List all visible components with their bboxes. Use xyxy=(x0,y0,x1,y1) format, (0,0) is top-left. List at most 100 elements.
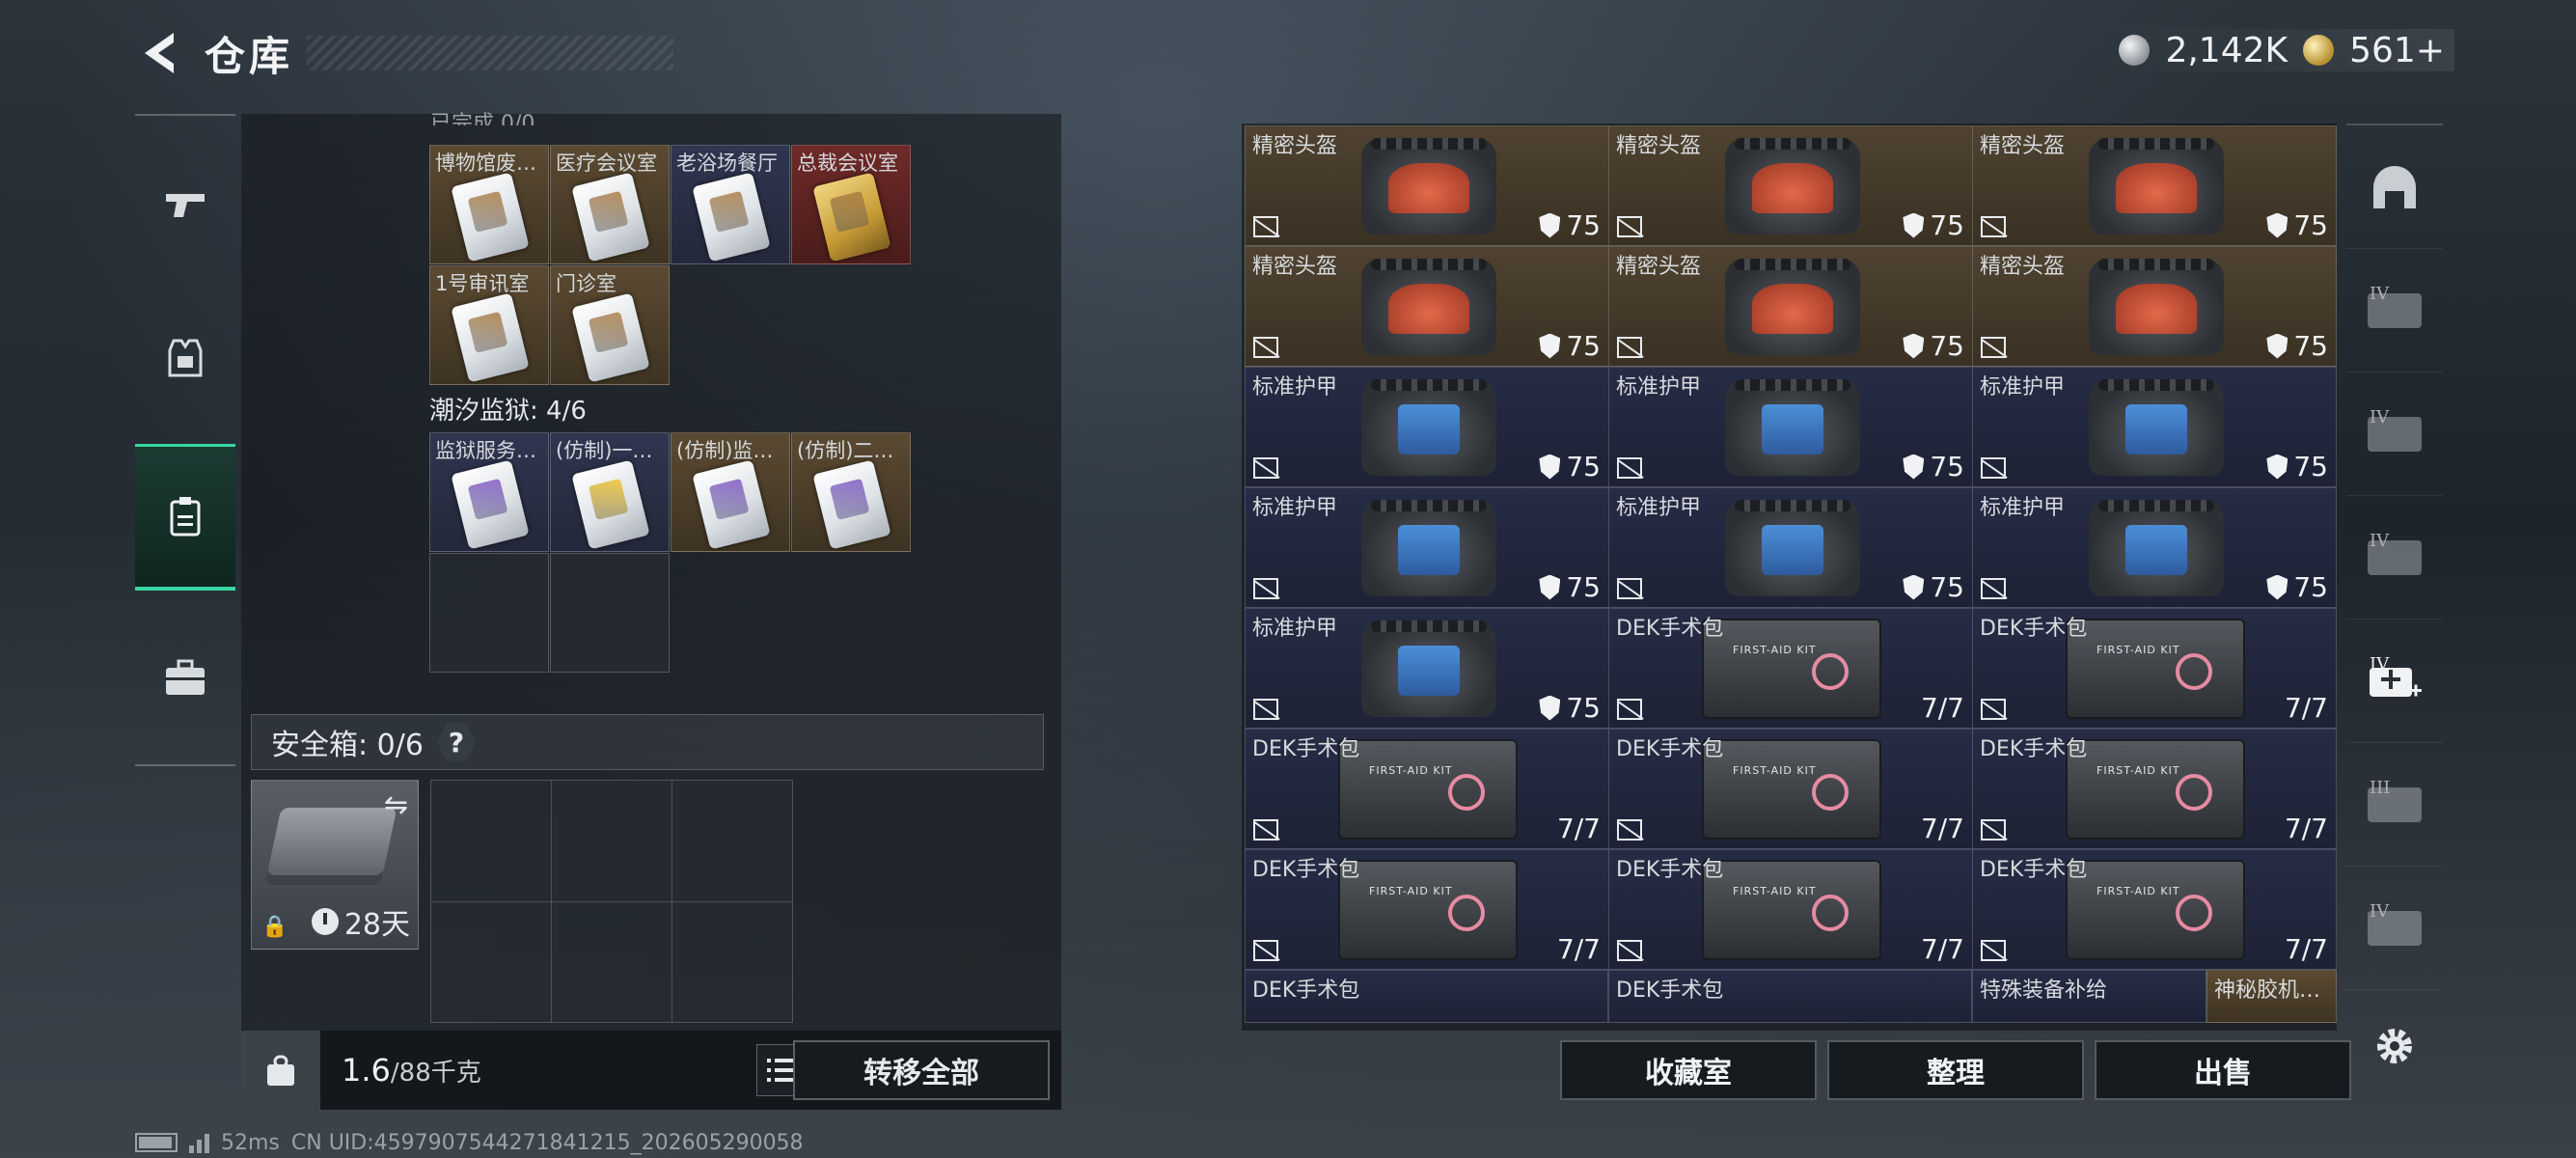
first-aid-kit-icon xyxy=(1702,619,1881,719)
shield-icon xyxy=(1903,574,1925,600)
key-slot[interactable]: 医疗会议室 xyxy=(550,145,670,264)
key-slot[interactable]: (仿制)一… xyxy=(550,432,670,552)
currency-bar: 2,142K 561+ xyxy=(2109,29,2454,71)
inventory-item[interactable]: 精密头盔 75 xyxy=(1245,246,1609,367)
safebox-item[interactable]: ⇋ 🔒 28天 xyxy=(251,780,419,950)
item-stat: 75 xyxy=(1903,330,1964,362)
item-stat-value: 75 xyxy=(1930,209,1964,241)
tier-label: IV xyxy=(2370,901,2390,922)
collection-room-button[interactable]: 收藏室 xyxy=(1560,1040,1817,1100)
nav-smg[interactable]: IV xyxy=(2346,372,2443,496)
inventory-item[interactable]: DEK手术包 7/7 xyxy=(1245,849,1609,970)
inventory-item[interactable]: 标准护甲 75 xyxy=(1245,367,1609,487)
transfer-all-button[interactable]: 转移全部 xyxy=(793,1040,1050,1100)
inventory-item[interactable]: 精密头盔 75 xyxy=(1972,246,2337,367)
settings-button[interactable] xyxy=(2366,1017,2424,1075)
inventory-item[interactable]: 标准护甲 75 xyxy=(1972,487,2337,608)
sell-button[interactable]: 出售 xyxy=(2095,1040,2351,1100)
keycard-icon xyxy=(571,292,650,383)
armor-icon xyxy=(1725,379,1860,476)
no-insurance-icon xyxy=(1981,699,2006,720)
nav-weapons[interactable] xyxy=(135,130,235,277)
item-stat: 7/7 xyxy=(1921,933,1964,965)
key-slot[interactable]: 1号审讯室 xyxy=(429,265,549,385)
key-slot[interactable]: (仿制)监… xyxy=(671,432,790,552)
inventory-item-partial[interactable]: DEK手术包 xyxy=(1245,970,1608,1023)
nav-supplies[interactable] xyxy=(135,604,235,751)
item-name: 特殊装备补给 xyxy=(1980,979,2108,1003)
empty-key-slot[interactable] xyxy=(550,553,670,673)
weight-value: 1.6 xyxy=(342,1052,391,1089)
inventory-item[interactable]: DEK手术包 7/7 xyxy=(1608,608,1973,729)
nav-keys[interactable] xyxy=(135,444,235,591)
briefcase-icon xyxy=(166,659,205,695)
inventory-item[interactable]: DEK手术包 7/7 xyxy=(1972,849,2337,970)
key-slot[interactable]: 博物馆废… xyxy=(429,145,549,264)
item-stat-value: 75 xyxy=(1566,571,1601,603)
help-icon[interactable]: ? xyxy=(436,723,476,761)
swap-icon[interactable]: ⇋ xyxy=(384,788,408,822)
item-stat-value: 7/7 xyxy=(1556,933,1601,965)
inventory-item[interactable]: 精密头盔 75 xyxy=(1245,125,1609,246)
inventory-item[interactable]: DEK手术包 7/7 xyxy=(1972,729,2337,849)
keycard-icon xyxy=(571,172,650,262)
key-slot[interactable]: 总裁会议室 xyxy=(791,145,911,264)
item-stat-value: 75 xyxy=(1930,451,1964,482)
key-slot[interactable]: 监狱服务… xyxy=(429,432,549,552)
item-stat-value: 75 xyxy=(1566,209,1601,241)
shield-icon xyxy=(1539,333,1561,359)
ping-text: 52ms xyxy=(221,1130,280,1155)
no-insurance-icon xyxy=(1617,578,1642,599)
inventory-item[interactable]: DEK手术包 7/7 xyxy=(1608,729,1973,849)
item-stat: 7/7 xyxy=(1921,692,1964,724)
inventory-item[interactable]: 精密头盔 75 xyxy=(1972,125,2337,246)
armor-icon xyxy=(1361,500,1496,596)
back-arrow-icon[interactable] xyxy=(135,27,187,79)
inventory-item[interactable]: DEK手术包 7/7 xyxy=(1245,729,1609,849)
organize-button[interactable]: 整理 xyxy=(1827,1040,2084,1100)
key-slot[interactable]: 门诊室 xyxy=(550,265,670,385)
nav-medical[interactable]: IV xyxy=(2346,620,2443,743)
left-bottom-bar: 1.6/88千克 转移全部 xyxy=(241,1031,1061,1110)
nav-ammo[interactable]: IV xyxy=(2346,496,2443,620)
no-insurance-icon xyxy=(1617,699,1642,720)
status-bar: 52ms CN UID:4597907544271841215_20260529… xyxy=(135,1129,804,1156)
shield-icon xyxy=(1539,212,1561,238)
inventory-item[interactable]: 精密头盔 75 xyxy=(1608,125,1973,246)
left-category-nav xyxy=(135,114,235,766)
no-insurance-icon xyxy=(1617,940,1642,961)
item-name: DEK手术包 xyxy=(1980,617,2088,641)
inventory-item[interactable]: 精密头盔 75 xyxy=(1608,246,1973,367)
inventory-item-partial[interactable]: 特殊装备补给 xyxy=(1972,970,2206,1023)
item-stat: 75 xyxy=(1903,209,1964,241)
vest-icon xyxy=(168,339,203,377)
safebox-grid[interactable] xyxy=(430,780,793,1023)
shield-icon xyxy=(1539,454,1561,480)
item-stat: 75 xyxy=(2266,330,2328,362)
nav-misc[interactable]: IV xyxy=(2346,867,2443,990)
item-stat-value: 75 xyxy=(2293,330,2328,362)
inventory-item[interactable]: DEK手术包 7/7 xyxy=(1608,849,1973,970)
inventory-item[interactable]: 标准护甲 75 xyxy=(1245,608,1609,729)
nav-armor[interactable] xyxy=(135,285,235,431)
item-name: DEK手术包 xyxy=(1616,617,1724,641)
key-slot[interactable]: 老浴场餐厅 xyxy=(671,145,790,264)
inventory-item[interactable]: 标准护甲 75 xyxy=(1245,487,1609,608)
key-slot[interactable]: (仿制)二… xyxy=(791,432,911,552)
empty-key-slot[interactable] xyxy=(429,553,549,673)
inventory-item-partial[interactable]: DEK手术包 xyxy=(1608,970,1972,1023)
inventory-item-partial[interactable]: 神秘胶机… xyxy=(2206,970,2337,1023)
page-title: 仓库 xyxy=(205,32,294,80)
nav-repair[interactable]: III xyxy=(2346,743,2443,867)
nav-helmets[interactable] xyxy=(2346,125,2443,249)
armor-icon xyxy=(1725,500,1860,596)
item-stat: 75 xyxy=(1539,692,1601,724)
inventory-item[interactable]: 标准护甲 75 xyxy=(1608,367,1973,487)
inventory-item[interactable]: 标准护甲 75 xyxy=(1972,367,2337,487)
inventory-item[interactable]: 标准护甲 75 xyxy=(1608,487,1973,608)
first-aid-kit-icon xyxy=(2066,739,2245,840)
inventory-item[interactable]: DEK手术包 7/7 xyxy=(1972,608,2337,729)
clock-icon xyxy=(311,908,339,935)
nav-rifles[interactable]: IV xyxy=(2346,249,2443,372)
section-title-partial: 已完成 0/0 xyxy=(430,112,535,125)
